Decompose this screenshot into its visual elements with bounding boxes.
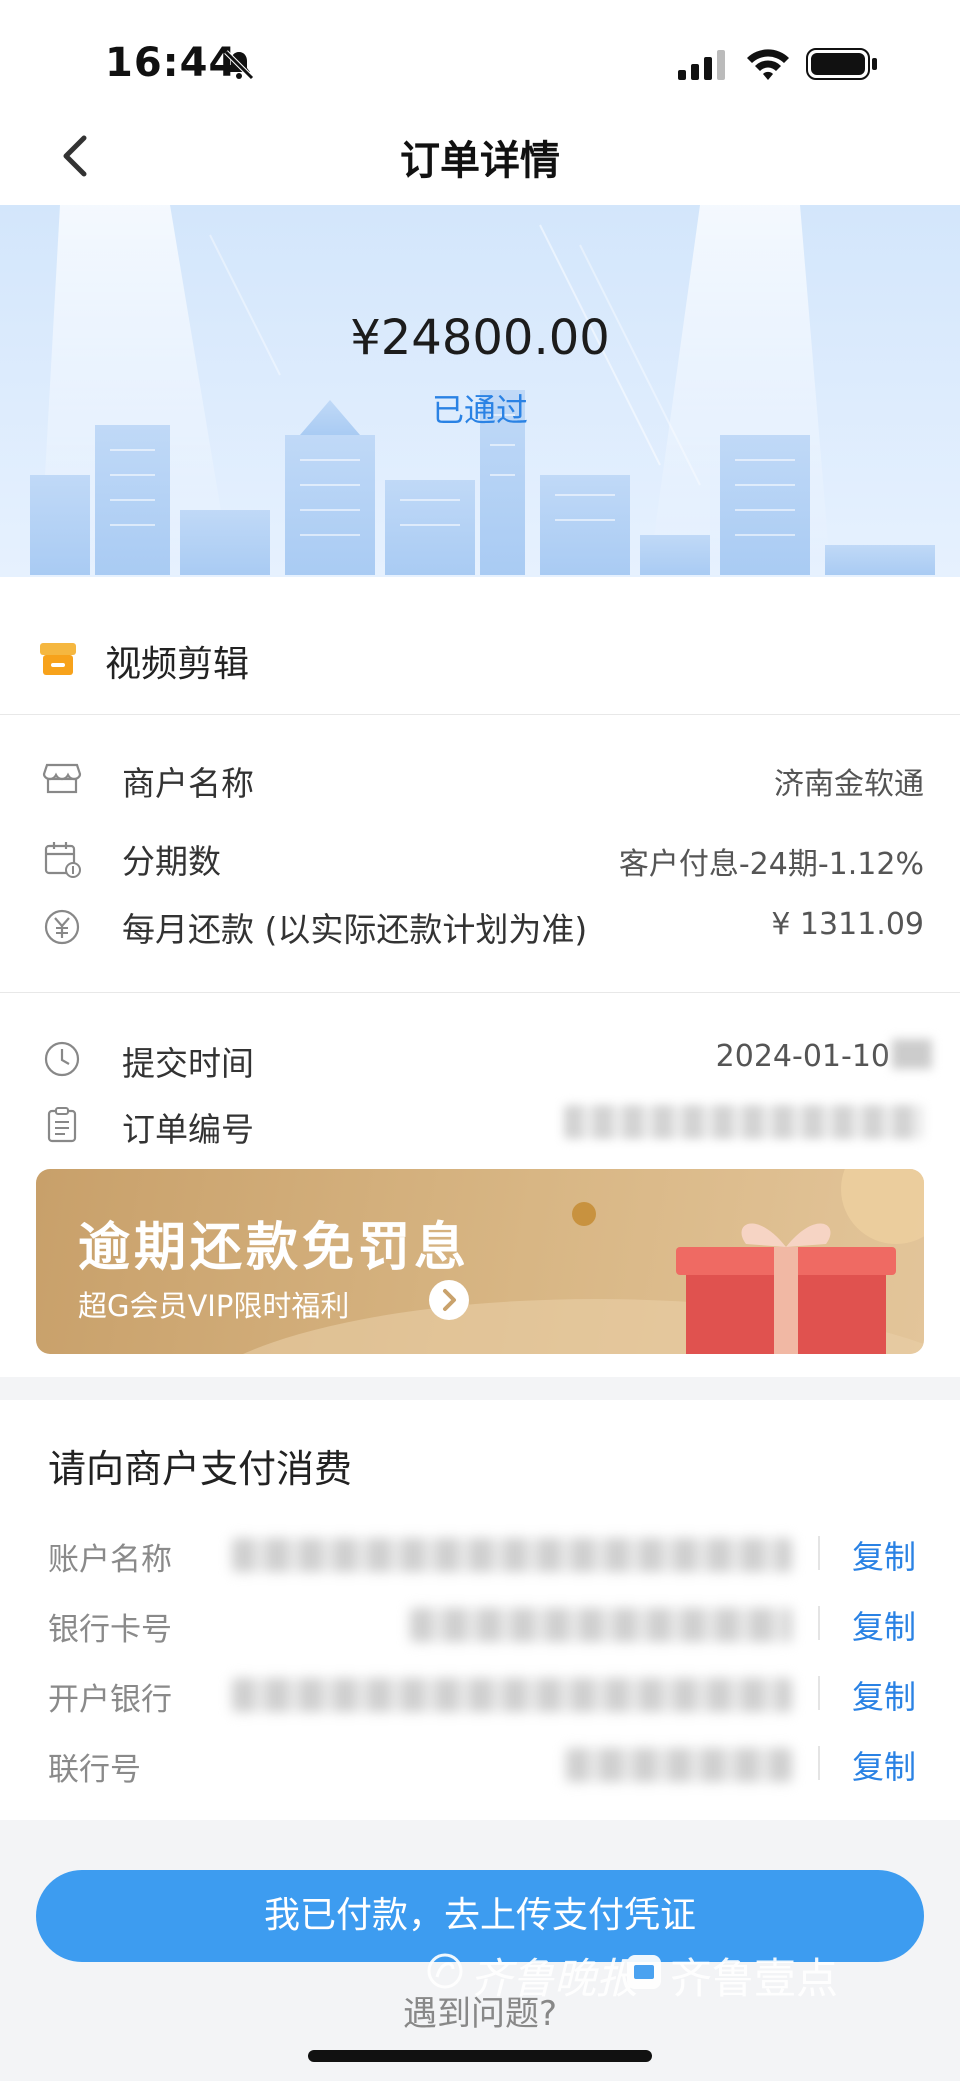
redacted-bank-code: [566, 1748, 792, 1782]
yuan-icon: [44, 909, 80, 945]
card-number-label: 银行卡号: [48, 1612, 172, 1648]
watermark-text-1: 齐鲁晚报: [470, 1954, 639, 2003]
status-time: 16:44: [105, 40, 238, 86]
watermark: 齐鲁晚报 齐鲁壹点: [425, 1945, 885, 2003]
order-number-label: 订单编号: [122, 1110, 254, 1149]
gift-box-icon: [676, 1223, 896, 1354]
account-name-label: 账户名称: [48, 1542, 172, 1578]
order-detail-card: 视频剪辑 商户名称 济南金软通 分期数 客户付息-24期-1.12% 每月还款 …: [0, 577, 960, 1377]
copy-account-name-button[interactable]: 复制: [852, 1532, 916, 1578]
merchant-name-label: 商户名称: [122, 764, 254, 803]
bank-code-label: 联行号: [48, 1752, 141, 1788]
bank-label: 开户银行: [48, 1682, 172, 1718]
order-amount: ¥24800.00: [350, 310, 610, 366]
divider: [0, 714, 960, 715]
separator: [818, 1606, 820, 1640]
redacted-account-name: [232, 1538, 792, 1572]
installment-label: 分期数: [122, 842, 221, 881]
page-title: 订单详情: [400, 138, 560, 184]
redacted-card-number: [410, 1608, 792, 1642]
payment-info-card: 请向商户支付消费 账户名称 复制 银行卡号 复制 开户银行 复制 联行号 复制: [0, 1400, 960, 1820]
copy-bank-code-button[interactable]: 复制: [852, 1742, 916, 1788]
submit-time-label: 提交时间: [122, 1044, 254, 1083]
divider: [0, 992, 960, 993]
merchant-name-value: 济南金软通: [774, 767, 924, 802]
calendar-icon: [44, 842, 81, 878]
separator: [818, 1676, 820, 1710]
nav-bar: 订单详情: [0, 110, 960, 205]
clipboard-icon: [47, 1107, 77, 1143]
watermark-logo-icon: [427, 1953, 463, 1989]
separator: [818, 1746, 820, 1780]
redacted-bank: [232, 1678, 792, 1712]
banner-title: 逾期还款免罚息: [78, 1218, 471, 1278]
chevron-right-icon: [429, 1280, 469, 1320]
bell-off-icon: [224, 50, 254, 80]
order-status: 已通过: [431, 391, 528, 429]
monthly-payment-label: 每月还款 (以实际还款计划为准): [122, 910, 588, 949]
redacted-time: [892, 1039, 932, 1069]
monthly-payment-value: ¥ 1311.09: [771, 907, 924, 942]
battery-icon: [806, 48, 877, 80]
submit-time-value: 2024-01-10: [715, 1039, 890, 1074]
separator: [818, 1536, 820, 1570]
installment-value: 客户付息-24期-1.12%: [618, 847, 924, 882]
merchant-icon: [42, 763, 82, 794]
store-icon: [40, 643, 76, 675]
copy-card-number-button[interactable]: 复制: [852, 1602, 916, 1648]
payment-title: 请向商户支付消费: [48, 1447, 353, 1491]
copy-bank-button[interactable]: 复制: [852, 1672, 916, 1718]
vip-promo-banner[interactable]: 逾期还款免罚息 超G会员VIP限时福利: [36, 1169, 924, 1354]
watermark-text-2: 齐鲁壹点: [670, 1954, 839, 2003]
signal-icon: [678, 50, 725, 80]
watermark-app-icon: [627, 1955, 661, 1989]
status-bar: 16:44: [0, 0, 960, 110]
redacted-order-number: [564, 1105, 924, 1139]
order-summary-hero: ¥24800.00 已通过: [0, 205, 960, 577]
home-indicator[interactable]: [308, 2050, 652, 2062]
clock-icon: [44, 1041, 80, 1077]
banner-subtitle: 超G会员VIP限时福利: [78, 1289, 350, 1323]
wifi-icon: [747, 49, 789, 80]
product-name: 视频剪辑: [105, 644, 250, 685]
